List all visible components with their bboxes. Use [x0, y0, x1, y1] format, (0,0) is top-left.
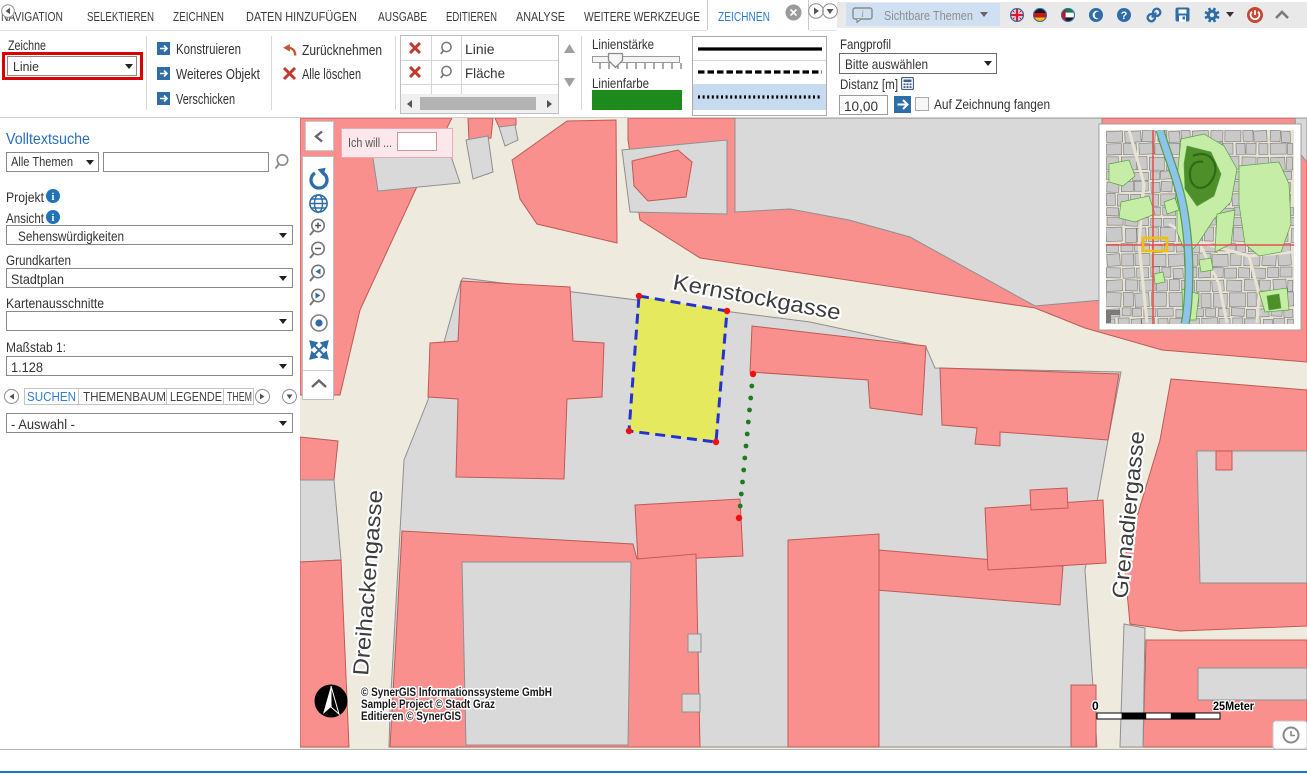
- svg-text:i: i: [52, 213, 55, 224]
- svg-text:i: i: [861, 9, 864, 19]
- svg-text:?: ?: [1121, 10, 1128, 22]
- svg-text:© SynerGIS Informationssysteme: © SynerGIS Informationssysteme GmbH: [361, 687, 552, 699]
- svg-text:Sample Project © Stadt Graz: Sample Project © Stadt Graz: [361, 699, 495, 711]
- svg-text:i: i: [52, 192, 55, 203]
- svg-text:0: 0: [1092, 699, 1099, 713]
- svg-text:25Meter: 25Meter: [1213, 699, 1254, 713]
- svg-text:Editieren © SynerGIS: Editieren © SynerGIS: [361, 711, 461, 723]
